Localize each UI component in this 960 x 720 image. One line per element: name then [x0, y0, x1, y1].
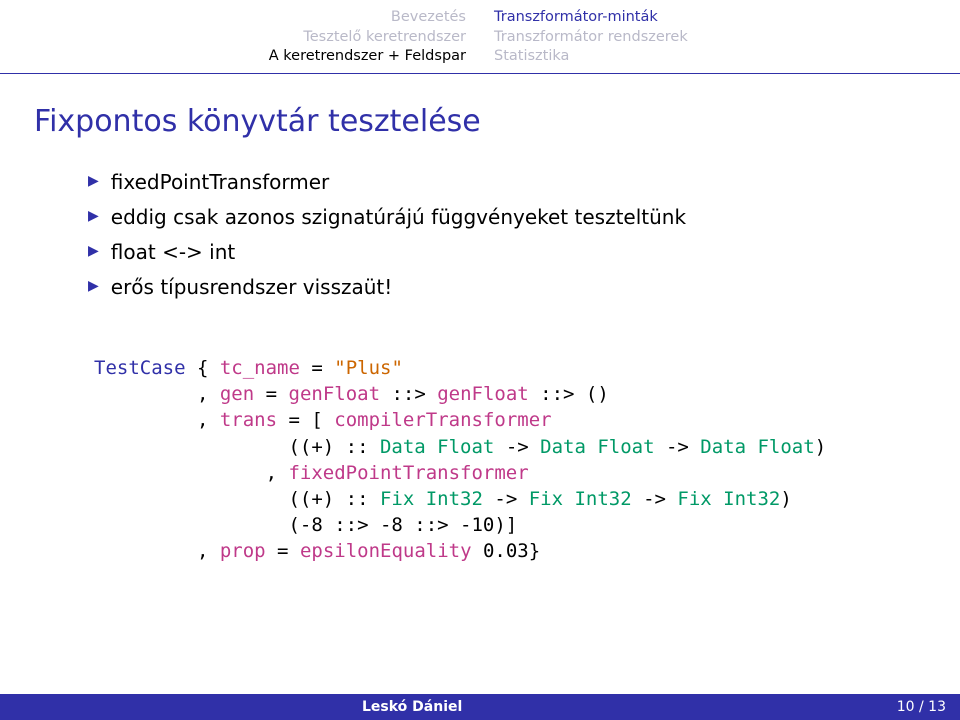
code-token: Fix Int32 [380, 488, 483, 510]
code-token: , [94, 383, 220, 405]
bullet-item: ▶ float <-> int [88, 237, 926, 268]
code-token: genFloat [289, 383, 381, 405]
triangle-icon: ▶ [88, 272, 99, 300]
header-sections-left: Bevezetés Tesztelő keretrendszer A keret… [226, 8, 480, 67]
nav-item[interactable]: Transzformátor rendszerek [494, 28, 734, 48]
nav-item-active[interactable]: Transzformátor-minták [494, 8, 734, 28]
code-token: 0.03} [472, 540, 541, 562]
code-token: -> [494, 436, 540, 458]
code-token: (-8 ::> -8 ::> -10)] [94, 514, 517, 536]
code-token: epsilonEquality [300, 540, 472, 562]
code-token: = [300, 357, 334, 379]
code-token: Data Float [380, 436, 494, 458]
nav-item[interactable]: Tesztelő keretrendszer [226, 28, 466, 48]
code-token: Fix Int32 [529, 488, 632, 510]
code-token: ) [780, 488, 791, 510]
code-token: ((+) :: [94, 436, 380, 458]
bullet-text: erős típusrendszer visszaüt! [111, 272, 393, 303]
code-token: { [186, 357, 220, 379]
code-token: ) [815, 436, 826, 458]
slide-title: Fixpontos könyvtár tesztelése [34, 104, 926, 139]
code-token: TestCase [94, 357, 186, 379]
code-token: -> [655, 436, 701, 458]
bullet-text: fixedPointTransformer [111, 167, 330, 198]
code-token: , [94, 462, 288, 484]
bullet-text: float <-> int [111, 237, 235, 268]
slide-body: Fixpontos könyvtár tesztelése ▶ fixedPoi… [0, 74, 960, 720]
bullet-item: ▶ eddig csak azonos szignatúrájú függvén… [88, 202, 926, 233]
code-token: genFloat [437, 383, 529, 405]
code-token: = [266, 540, 300, 562]
code-token: compilerTransformer [334, 409, 551, 431]
bullet-text: eddig csak azonos szignatúrájú függvénye… [111, 202, 686, 233]
bullet-item: ▶ fixedPointTransformer [88, 167, 926, 198]
code-token: "Plus" [334, 357, 403, 379]
code-token: tc_name [220, 357, 300, 379]
footer-author: Leskó Dániel [362, 699, 462, 715]
nav-item[interactable]: Bevezetés [226, 8, 466, 28]
footer-page-number: 10 / 13 [897, 699, 946, 715]
code-token: -> [483, 488, 529, 510]
code-token: ((+) :: [94, 488, 380, 510]
code-token: trans [220, 409, 277, 431]
code-token: -> [632, 488, 678, 510]
bullet-item: ▶ erős típusrendszer visszaüt! [88, 272, 926, 303]
code-token: Data Float [700, 436, 814, 458]
nav-item-active[interactable]: A keretrendszer + Feldspar [226, 47, 466, 67]
code-token: ::> [380, 383, 437, 405]
triangle-icon: ▶ [88, 167, 99, 195]
code-token: = [ [277, 409, 334, 431]
slide-footer: Leskó Dániel 10 / 13 [0, 694, 960, 720]
code-token: gen [220, 383, 254, 405]
code-token: = [254, 383, 288, 405]
code-token: Fix Int32 [677, 488, 780, 510]
slide: Bevezetés Tesztelő keretrendszer A keret… [0, 0, 960, 720]
code-token: Data Float [540, 436, 654, 458]
nav-item[interactable]: Statisztika [494, 47, 734, 67]
code-block: TestCase { tc_name = "Plus" , gen = genF… [94, 329, 926, 591]
triangle-icon: ▶ [88, 237, 99, 265]
slide-header: Bevezetés Tesztelő keretrendszer A keret… [0, 0, 960, 73]
triangle-icon: ▶ [88, 202, 99, 230]
code-token: , [94, 409, 220, 431]
header-sections-right: Transzformátor-minták Transzformátor ren… [480, 8, 734, 67]
code-token: , [94, 540, 220, 562]
code-token: prop [220, 540, 266, 562]
code-token: ::> () [529, 383, 609, 405]
bullet-list: ▶ fixedPointTransformer ▶ eddig csak azo… [88, 167, 926, 303]
code-token: fixedPointTransformer [288, 462, 528, 484]
